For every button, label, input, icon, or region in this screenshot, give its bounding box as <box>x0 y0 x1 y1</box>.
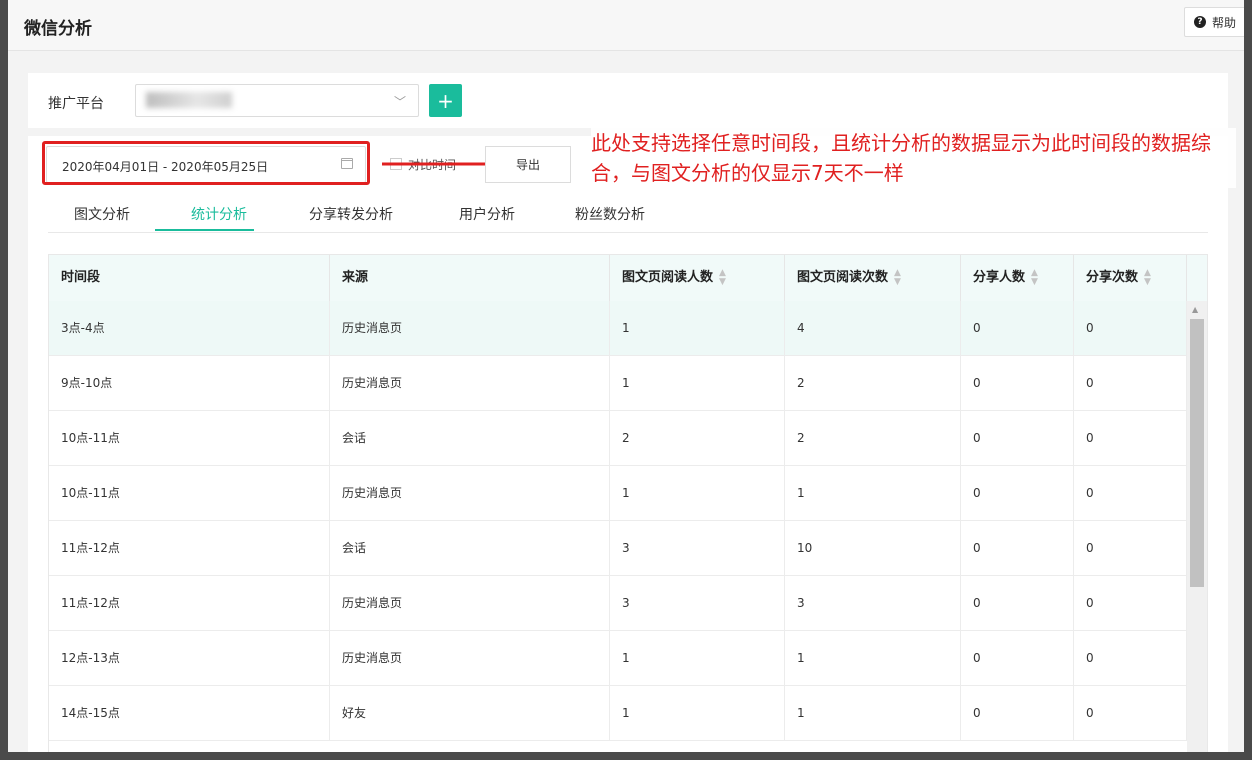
table-cell: 2 <box>610 411 785 465</box>
table-cell: 1 <box>610 631 785 685</box>
table-row[interactable]: 11点-12点 会话 3 10 0 0 <box>49 521 1187 576</box>
platform-label: 推广平台 <box>48 96 104 112</box>
table-cell: 10点-11点 <box>49 466 330 520</box>
table-cell: 1 <box>610 356 785 410</box>
sort-icon[interactable]: ▲ ▼ <box>719 268 726 287</box>
active-tab-indicator <box>155 229 254 231</box>
table-cell: 会话 <box>330 521 610 575</box>
table-cell: 4 <box>785 301 961 355</box>
table-row[interactable]: 10点-11点 历史消息页 1 1 0 0 <box>49 466 1187 521</box>
main-card: 2020年04月01日 - 2020年05月25日 对比时间 导出 此处支持选择… <box>28 128 1236 752</box>
scroll-thumb[interactable] <box>1190 319 1204 587</box>
add-platform-button[interactable]: + <box>429 84 462 117</box>
tab-share-analysis[interactable]: 分享转发分析 <box>309 204 393 224</box>
table-cell: 历史消息页 <box>330 466 610 520</box>
platform-value-redacted <box>146 92 232 108</box>
table-cell: 历史消息页 <box>330 356 610 410</box>
help-icon: ? <box>1193 16 1206 28</box>
column-header-source: 来源 <box>330 255 610 301</box>
table-cell: 1 <box>785 686 961 740</box>
sort-icon[interactable]: ▲ ▼ <box>1031 268 1038 287</box>
table-cell: 2 <box>785 411 961 465</box>
annotation-text: 此处支持选择任意时间段，且统计分析的数据显示为此时间段的数据综合，与图文分析的仅… <box>591 128 1236 188</box>
table-cell: 0 <box>1074 411 1187 465</box>
help-label: 帮助 <box>1211 15 1236 30</box>
table-header: 时间段 来源 图文页阅读人数 ▲ ▼ 图文页阅读次数 ▲ ▼ 分享人数 ▲ ▼ 分享次数 ▲ ▼ <box>49 255 1207 302</box>
table-row[interactable]: 9点-10点 历史消息页 1 2 0 0 <box>49 356 1187 411</box>
table-cell: 0 <box>961 466 1074 520</box>
table-cell: 0 <box>1074 576 1187 630</box>
table-cell: 1 <box>610 686 785 740</box>
table-cell: 0 <box>961 411 1074 465</box>
table-row[interactable]: 12点-13点 历史消息页 1 1 0 0 <box>49 631 1187 686</box>
tab-user-analysis[interactable]: 用户分析 <box>459 204 515 224</box>
table-row[interactable]: 10点-11点 会话 2 2 0 0 <box>49 411 1187 466</box>
table-scrollbar[interactable]: ▲ <box>1187 301 1207 752</box>
table-cell: 3 <box>785 576 961 630</box>
table-cell: 历史消息页 <box>330 631 610 685</box>
column-header-sharers[interactable]: 分享人数 ▲ ▼ <box>961 255 1074 301</box>
table-row[interactable]: 3点-4点 历史消息页 1 4 0 0 <box>49 301 1187 356</box>
column-header-reads[interactable]: 图文页阅读次数 ▲ ▼ <box>785 255 961 301</box>
table-cell: 0 <box>1074 466 1187 520</box>
page-title: 微信分析 <box>24 19 92 39</box>
table-cell: 10点-11点 <box>49 411 330 465</box>
column-header-time: 时间段 <box>49 255 330 301</box>
table-cell: 0 <box>961 686 1074 740</box>
table-cell: 会话 <box>330 411 610 465</box>
table-cell: 0 <box>1074 356 1187 410</box>
tab-fans-analysis[interactable]: 粉丝数分析 <box>575 204 645 224</box>
table-cell: 9点-10点 <box>49 356 330 410</box>
table-cell: 0 <box>1074 521 1187 575</box>
table-cell: 0 <box>1074 686 1187 740</box>
table-cell: 0 <box>1074 301 1187 355</box>
help-button[interactable]: ? 帮助 <box>1184 7 1244 37</box>
table-cell: 0 <box>1074 631 1187 685</box>
table-cell: 14点-15点 <box>49 686 330 740</box>
scroll-up-icon[interactable]: ▲ <box>1192 305 1198 314</box>
table-cell: 历史消息页 <box>330 301 610 355</box>
table-row[interactable]: 11点-12点 历史消息页 3 3 0 0 <box>49 576 1187 631</box>
app-frame: 微信分析 ? 帮助 推广平台 ﹀ + 2020年04月01日 - 2020年05… <box>8 0 1244 752</box>
table-cell: 0 <box>961 301 1074 355</box>
chevron-down-icon: ﹀ <box>393 95 406 109</box>
table-cell: 11点-12点 <box>49 521 330 575</box>
table-cell: 1 <box>785 466 961 520</box>
platform-select[interactable]: ﹀ <box>135 84 419 117</box>
table-cell: 1 <box>785 631 961 685</box>
table-cell: 0 <box>961 631 1074 685</box>
table-cell: 3点-4点 <box>49 301 330 355</box>
table-cell: 12点-13点 <box>49 631 330 685</box>
table-cell: 0 <box>961 356 1074 410</box>
filter-card: 推广平台 ﹀ + <box>28 73 1228 128</box>
table-cell: 1 <box>610 466 785 520</box>
table-cell: 3 <box>610 576 785 630</box>
tab-statistics-analysis[interactable]: 统计分析 <box>191 204 247 224</box>
column-header-readers[interactable]: 图文页阅读人数 ▲ ▼ <box>610 255 785 301</box>
annotation-highlight-box <box>42 141 370 185</box>
table-cell: 2 <box>785 356 961 410</box>
export-button[interactable]: 导出 <box>485 146 571 183</box>
table-cell: 0 <box>961 576 1074 630</box>
table-cell: 历史消息页 <box>330 576 610 630</box>
column-header-shares[interactable]: 分享次数 ▲ ▼ <box>1074 255 1187 301</box>
table-row[interactable]: 14点-15点 好友 1 1 0 0 <box>49 686 1187 741</box>
table-cell: 0 <box>961 521 1074 575</box>
table-cell: 好友 <box>330 686 610 740</box>
stats-table: 时间段 来源 图文页阅读人数 ▲ ▼ 图文页阅读次数 ▲ ▼ 分享人数 ▲ ▼ 分享次数 ▲ ▼… <box>48 254 1208 752</box>
top-bar: 微信分析 ? 帮助 <box>8 0 1244 51</box>
sort-icon[interactable]: ▲ ▼ <box>1144 268 1151 287</box>
tab-bar: 图文分析 统计分析 分享转发分析 用户分析 粉丝数分析 <box>48 196 1208 233</box>
tab-graphic-analysis[interactable]: 图文分析 <box>74 204 130 224</box>
table-cell: 3 <box>610 521 785 575</box>
table-cell: 11点-12点 <box>49 576 330 630</box>
table-cell: 10 <box>785 521 961 575</box>
table-cell: 1 <box>610 301 785 355</box>
sort-icon[interactable]: ▲ ▼ <box>894 268 901 287</box>
